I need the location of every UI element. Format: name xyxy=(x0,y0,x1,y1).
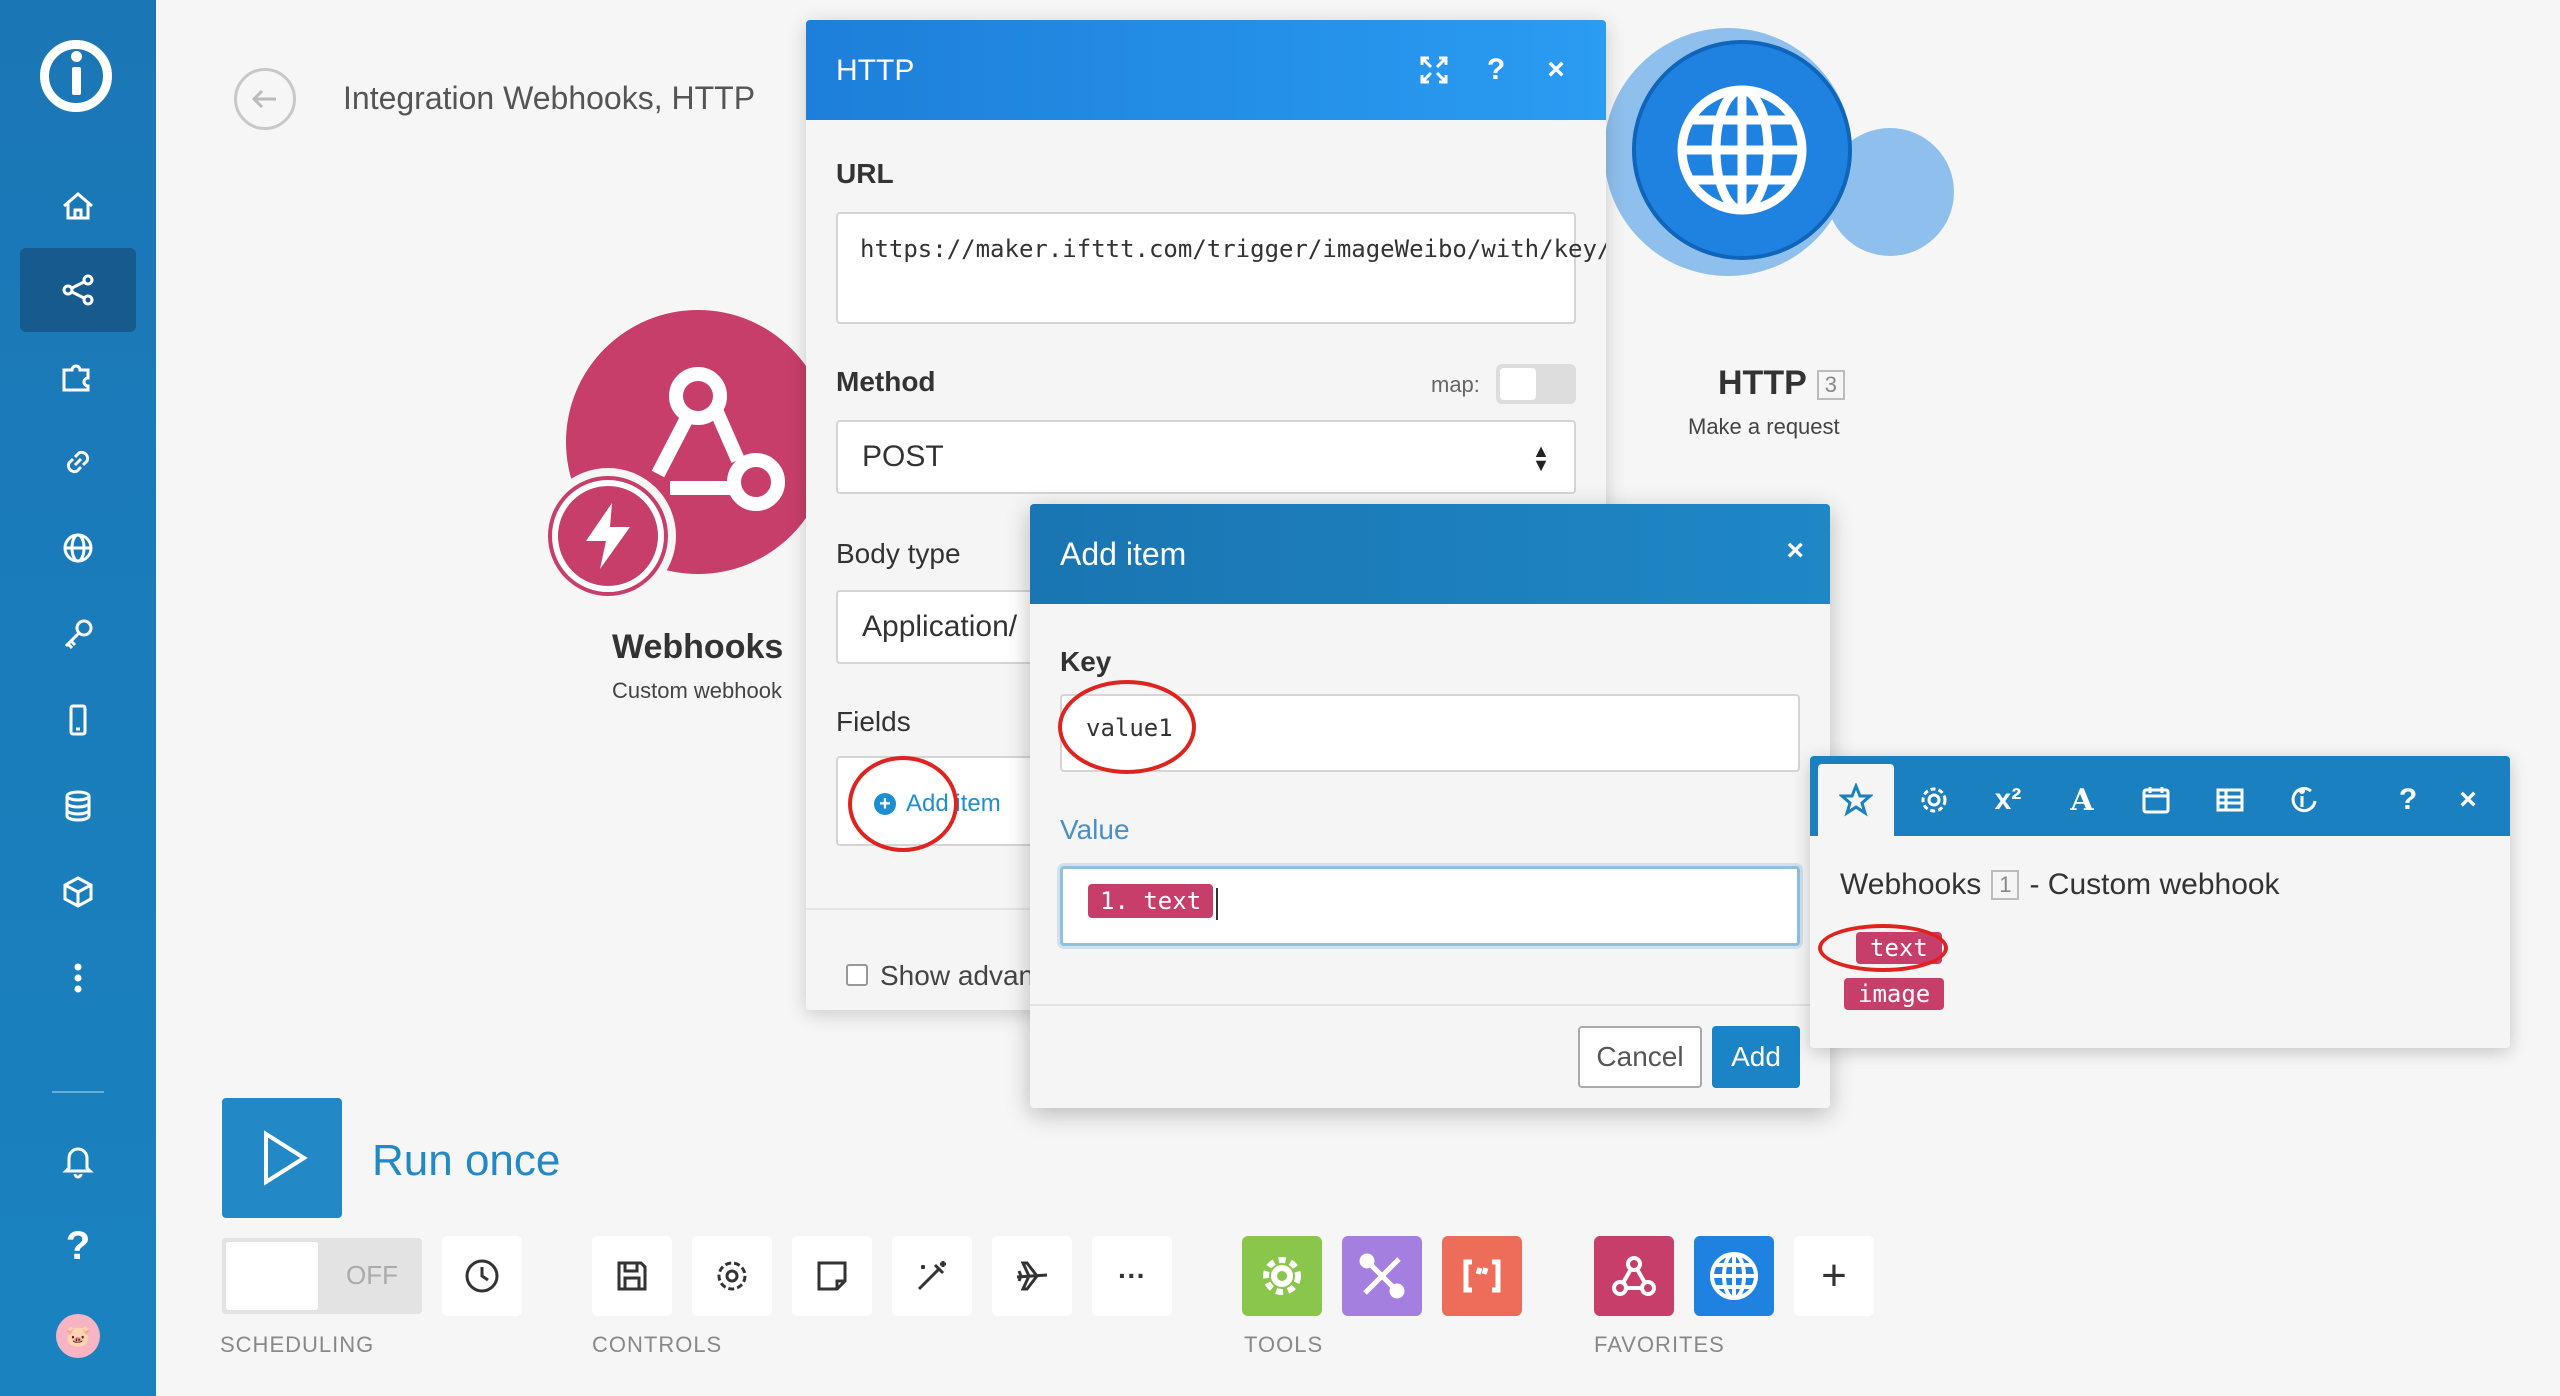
sidebar: ? 🐷 xyxy=(0,0,156,1396)
help-icon[interactable]: ? xyxy=(1476,50,1516,90)
value-label: Value xyxy=(1060,814,1130,845)
webhooks-module-name: Webhooks xyxy=(612,628,784,666)
annotation-ring-key xyxy=(1058,680,1196,774)
puzzle-icon[interactable] xyxy=(20,334,136,418)
home-icon[interactable] xyxy=(20,164,136,248)
gear-icon[interactable] xyxy=(1896,764,1972,836)
dialog-divider xyxy=(1030,1004,1830,1006)
lightning-icon xyxy=(586,503,630,569)
scheduling-label: SCHEDULING xyxy=(220,1332,375,1357)
add-favorite-button[interactable]: + xyxy=(1794,1236,1874,1316)
flow-control-icon[interactable] xyxy=(1342,1236,1422,1316)
run-once-label[interactable]: Run once xyxy=(372,1136,560,1186)
body-type-label: Body type xyxy=(836,538,961,569)
text-caret xyxy=(1216,888,1218,920)
save-icon[interactable] xyxy=(592,1236,672,1316)
tools-gear-icon[interactable] xyxy=(1242,1236,1322,1316)
instant-trigger-badge xyxy=(540,468,676,604)
run-once-button[interactable] xyxy=(222,1098,342,1218)
mapped-value-pill[interactable]: 1. text xyxy=(1088,884,1214,918)
gear-icon[interactable] xyxy=(692,1236,772,1316)
annotation-ring-text xyxy=(1818,924,1948,972)
favorites-label: FAVORITES xyxy=(1594,1332,1725,1357)
key-icon[interactable] xyxy=(20,592,136,676)
close-icon[interactable]: × xyxy=(1786,534,1804,568)
integromat-logo-icon[interactable] xyxy=(40,40,112,112)
calendar-icon[interactable] xyxy=(2118,764,2194,836)
more-icon[interactable] xyxy=(20,936,136,1020)
globe-icon[interactable] xyxy=(20,506,136,590)
globe-icon xyxy=(1677,85,1807,215)
close-icon[interactable]: × xyxy=(1536,50,1576,90)
show-advanced-label: Show advan xyxy=(880,960,1035,991)
tools-label: TOOLS xyxy=(1244,1332,1324,1357)
add-item-header: Add item × xyxy=(1030,504,1830,604)
body-type-value: Application/ xyxy=(862,610,1018,643)
box-icon[interactable] xyxy=(20,850,136,934)
expand-icon[interactable] xyxy=(1414,50,1454,90)
http-module[interactable] xyxy=(1632,40,1852,260)
url-input[interactable]: https://maker.ifttt.com/trigger/imageWei… xyxy=(836,212,1606,324)
magic-wand-icon[interactable] xyxy=(892,1236,972,1316)
annotation-ring-add-item xyxy=(848,756,958,852)
map-label: map: xyxy=(1431,372,1480,397)
mapping-source-number: 1 xyxy=(1991,870,2020,900)
fields-label: Fields xyxy=(836,706,911,737)
add-item-dialog: Add item × Key value1 Value 1. text Canc… xyxy=(1030,504,1830,1108)
http-panel-title: HTTP xyxy=(836,54,915,87)
back-button[interactable] xyxy=(234,68,296,130)
add-item-title: Add item xyxy=(1060,536,1187,572)
scheduling-toggle[interactable]: OFF xyxy=(222,1238,422,1314)
method-select[interactable]: POST ▲ ▼ xyxy=(836,420,1576,494)
http-module-number: 3 xyxy=(1816,370,1846,401)
sort-arrows-icon: ▲ ▼ xyxy=(1532,441,1550,475)
show-advanced-checkbox[interactable] xyxy=(846,964,868,986)
integromat-icon[interactable] xyxy=(2266,764,2342,836)
map-toggle[interactable] xyxy=(1496,364,1576,404)
favorite-http-icon[interactable] xyxy=(1694,1236,1774,1316)
add-button[interactable]: Add xyxy=(1712,1026,1800,1088)
controls-label: CONTROLS xyxy=(592,1332,723,1357)
page-title: Integration Webhooks, HTTP xyxy=(343,80,756,116)
mapping-panel: x² A ? × Webhooks 1 - Custom webhook tex… xyxy=(1810,756,2510,1048)
arrow-left-icon xyxy=(251,89,276,109)
json-icon[interactable] xyxy=(1442,1236,1522,1316)
close-icon[interactable]: × xyxy=(2430,764,2506,836)
avatar[interactable]: 🐷 xyxy=(56,1314,100,1358)
text-icon[interactable]: A xyxy=(2044,764,2120,836)
table-icon[interactable] xyxy=(2192,764,2268,836)
phone-icon[interactable] xyxy=(20,678,136,762)
scheduling-state: OFF xyxy=(346,1260,398,1290)
sidebar-divider xyxy=(52,1091,104,1093)
note-icon[interactable] xyxy=(792,1236,872,1316)
webhooks-module-subtitle: Custom webhook xyxy=(612,678,782,703)
airplane-icon[interactable] xyxy=(992,1236,1072,1316)
url-label: URL xyxy=(836,158,894,189)
help-icon[interactable]: ? xyxy=(20,1204,136,1288)
favorite-webhooks-icon[interactable] xyxy=(1594,1236,1674,1316)
superscript-icon[interactable]: x² xyxy=(1970,764,2046,836)
database-icon[interactable] xyxy=(20,764,136,848)
mapping-item-image[interactable]: image xyxy=(1844,978,1945,1010)
toggle-knob xyxy=(226,1242,318,1310)
http-module-subtitle: Make a request xyxy=(1688,414,1840,439)
method-label: Method xyxy=(836,366,936,397)
clock-icon[interactable] xyxy=(442,1236,522,1316)
method-select-value: POST xyxy=(862,440,944,473)
mapping-tabs: x² A ? × xyxy=(1810,756,2510,836)
cancel-button[interactable]: Cancel xyxy=(1578,1026,1702,1088)
bell-icon[interactable] xyxy=(20,1118,136,1202)
mapping-source-title: Webhooks 1 - Custom webhook xyxy=(1840,868,2280,901)
share-icon[interactable] xyxy=(20,248,136,332)
http-module-name: HTTP 3 xyxy=(1718,364,1846,403)
play-icon xyxy=(264,1130,308,1186)
http-panel-header: HTTP ? × xyxy=(806,20,1606,120)
star-icon[interactable] xyxy=(1818,764,1894,836)
link-icon[interactable] xyxy=(20,420,136,504)
more-icon[interactable]: ··· xyxy=(1092,1236,1172,1316)
key-label: Key xyxy=(1060,646,1112,677)
